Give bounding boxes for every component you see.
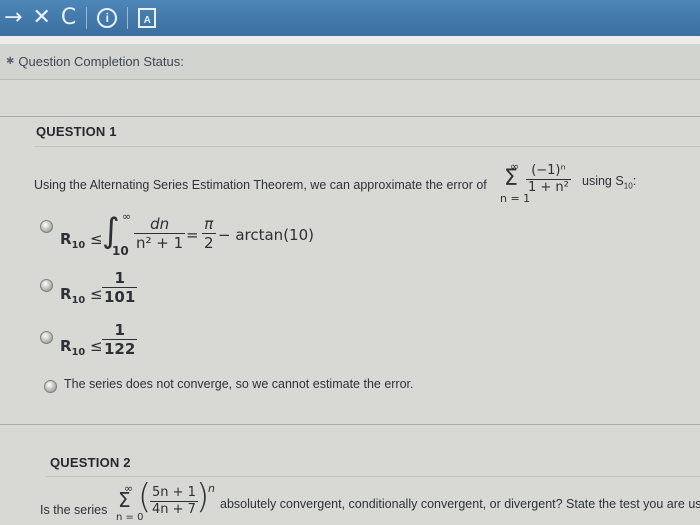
- question-2-title: QUESTION 2: [50, 455, 131, 470]
- sigma-symbol: Σ: [504, 166, 518, 191]
- series-numerator: (−1)ⁿ: [526, 163, 571, 180]
- pi-symbol: π: [202, 215, 216, 235]
- question-1-prompt: Using the Alternating Series Estimation …: [34, 178, 487, 192]
- using-colon: :: [632, 174, 637, 188]
- option-1-radio[interactable]: [40, 220, 53, 233]
- toolbar-divider: [86, 7, 88, 29]
- question-1-title: QUESTION 1: [36, 124, 117, 139]
- remainder-symbol: R: [60, 337, 72, 355]
- close-icon[interactable]: ✕: [32, 7, 50, 29]
- series-exponent: n: [208, 482, 215, 495]
- integral-upper-limit: ∞: [122, 210, 132, 223]
- forward-arrow-icon[interactable]: →: [4, 7, 22, 29]
- option-4-text: The series does not converge, so we cann…: [64, 377, 414, 391]
- fraction-numerator: 1: [102, 321, 138, 341]
- leq-symbol: ≤: [90, 230, 103, 248]
- option-4-radio[interactable]: [44, 380, 57, 393]
- question-completion-status[interactable]: ✱ Question Completion Status:: [0, 44, 700, 80]
- option-3-radio[interactable]: [40, 331, 53, 344]
- series-denominator: 1 + n²: [528, 179, 569, 195]
- fraction-denominator: 122: [104, 340, 136, 359]
- toolbar-divider: [127, 7, 129, 29]
- remainder-subscript: 10: [71, 240, 86, 251]
- integrand-numerator: dn: [134, 215, 186, 235]
- integrand-denominator: n² + 1: [136, 234, 184, 253]
- reload-icon[interactable]: C: [61, 7, 76, 29]
- integral-symbol: ∫: [102, 211, 120, 251]
- using-label: using S: [582, 174, 624, 188]
- toolbar-shadow: [0, 36, 700, 44]
- option-2-radio[interactable]: [40, 279, 53, 292]
- info-icon[interactable]: i: [97, 8, 118, 28]
- arctan-term: − arctan(10): [218, 226, 314, 244]
- question-2-prompt-end: absolutely convergent, conditionally con…: [220, 497, 700, 511]
- leq-symbol: ≤: [90, 337, 103, 355]
- divider: [0, 424, 700, 425]
- question-2-prompt-start: Is the series: [40, 503, 108, 517]
- sigma-symbol: Σ: [118, 488, 131, 512]
- fraction-denominator: 101: [104, 288, 136, 307]
- collapse-icon[interactable]: ✱: [6, 56, 14, 67]
- remainder-subscript: 10: [71, 347, 86, 358]
- using-subscript: 10: [623, 181, 633, 191]
- document-icon[interactable]: A: [138, 8, 157, 28]
- divider: [0, 116, 700, 117]
- remainder-subscript: 10: [71, 295, 86, 306]
- using-s10: using S10:: [582, 174, 636, 191]
- series-denominator: 4n + 7: [152, 501, 196, 517]
- status-label: Question Completion Status:: [18, 54, 184, 69]
- browser-toolbar: → ✕ C i A: [0, 0, 700, 36]
- fraction-numerator: 1: [102, 269, 138, 289]
- series-numerator: 5n + 1: [150, 485, 198, 502]
- integral-lower-limit: 10: [112, 244, 129, 258]
- leq-symbol: ≤: [90, 285, 103, 303]
- divider: [34, 146, 700, 147]
- pi-denominator: 2: [204, 234, 214, 253]
- remainder-symbol: R: [60, 285, 72, 303]
- remainder-symbol: R: [60, 230, 72, 248]
- equals-symbol: =: [186, 226, 199, 244]
